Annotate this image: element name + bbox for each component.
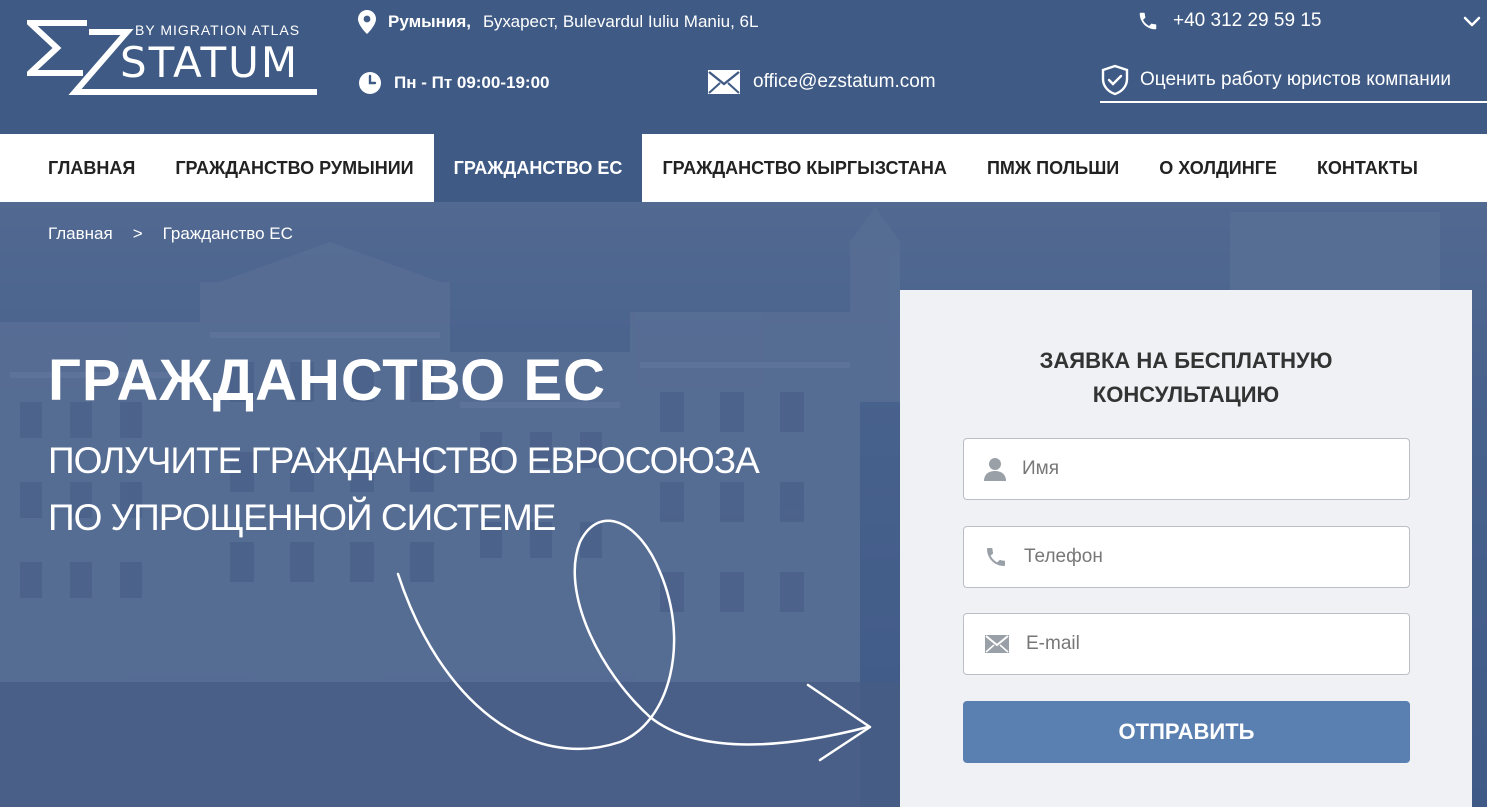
user-icon	[984, 458, 1006, 481]
nav-item-kyrgyzstan-citizenship[interactable]: ГРАЖДАНСТВО КЫРГЫЗСТАНА	[642, 134, 967, 202]
chevron-down-icon[interactable]	[1462, 12, 1482, 32]
nav-item-home[interactable]: ГЛАВНАЯ	[0, 134, 155, 202]
phone-input[interactable]	[1022, 545, 1406, 569]
logo-tagline: BY MIGRATION ATLAS	[135, 22, 301, 38]
page-title: ГРАЖДАНСТВО ЕС	[48, 348, 606, 413]
breadcrumb-current: Гражданство ЕС	[162, 224, 293, 243]
header-phone[interactable]: +40 312 29 59 15	[1137, 10, 1321, 32]
breadcrumb-separator: >	[132, 224, 143, 243]
rate-lawyers-link[interactable]: Оценить работу юристов компании	[1100, 64, 1451, 96]
nav-item-about[interactable]: О ХОЛДИНГЕ	[1139, 134, 1297, 202]
name-input[interactable]	[1020, 457, 1404, 481]
envelope-icon	[708, 70, 740, 94]
address-country: Румыния,	[388, 12, 472, 31]
envelope-icon	[985, 635, 1009, 653]
form-title-line1: ЗАЯВКА НА БЕСПЛАТНУЮ	[1039, 348, 1333, 373]
map-pin-icon	[358, 10, 376, 34]
working-hours-text: Пн - Пт 09:00-19:00	[394, 73, 550, 92]
phone-icon	[1139, 12, 1157, 30]
email-field[interactable]	[963, 613, 1410, 675]
form-title-line2: КОНСУЛЬТАЦИЮ	[1092, 382, 1280, 407]
logo-wordmark: STATUM	[120, 38, 300, 87]
nav-item-eu-citizenship[interactable]: ГРАЖДАНСТВО ЕС	[433, 134, 643, 202]
decorative-arrow-icon	[396, 519, 872, 762]
name-field[interactable]	[963, 438, 1410, 500]
logo[interactable]: BY MIGRATION ATLAS STATUM	[27, 20, 322, 98]
nav-item-contacts[interactable]: КОНТАКТЫ	[1297, 134, 1438, 202]
nav-item-romania-citizenship[interactable]: ГРАЖДАНСТВО РУМЫНИИ	[155, 134, 433, 202]
form-title: ЗАЯВКА НА БЕСПЛАТНУЮ КОНСУЛЬТАЦИЮ	[900, 344, 1472, 412]
rate-underline	[1100, 101, 1487, 103]
submit-button[interactable]: ОТПРАВИТЬ	[963, 701, 1410, 763]
address: Румыния, Бухарест, Bulevardul Iuliu Mani…	[358, 10, 758, 34]
shield-check-icon	[1101, 64, 1129, 96]
email-input[interactable]	[1024, 632, 1408, 656]
header-email[interactable]: office@ezstatum.com	[707, 69, 936, 95]
breadcrumb-home-link[interactable]: Главная	[48, 224, 113, 244]
working-hours: Пн - Пт 09:00-19:00	[358, 71, 549, 95]
top-header: BY MIGRATION ATLAS STATUM Румыния, Бухар…	[0, 0, 1487, 134]
phone-field[interactable]	[963, 526, 1410, 588]
phone-icon	[987, 548, 1005, 566]
clock-icon	[359, 72, 381, 94]
address-street: Бухарест, Bulevardul Iuliu Maniu, 6L	[483, 12, 759, 31]
breadcrumb: Главная > Гражданство ЕС	[48, 224, 293, 244]
nav-item-poland-residence[interactable]: ПМЖ ПОЛЬШИ	[967, 134, 1139, 202]
rate-lawyers-label[interactable]: Оценить работу юристов компании	[1140, 69, 1451, 91]
consultation-form: ЗАЯВКА НА БЕСПЛАТНУЮ КОНСУЛЬТАЦИЮ Имя Те…	[900, 290, 1472, 807]
header-email-link[interactable]: office@ezstatum.com	[753, 71, 936, 93]
hero-section: Главная > Гражданство ЕС ГРАЖДАНСТВО ЕС …	[0, 202, 1487, 807]
main-nav: ГЛАВНАЯ ГРАЖДАНСТВО РУМЫНИИ ГРАЖДАНСТВО …	[0, 134, 1487, 202]
header-phone-number[interactable]: +40 312 29 59 15	[1173, 10, 1321, 32]
